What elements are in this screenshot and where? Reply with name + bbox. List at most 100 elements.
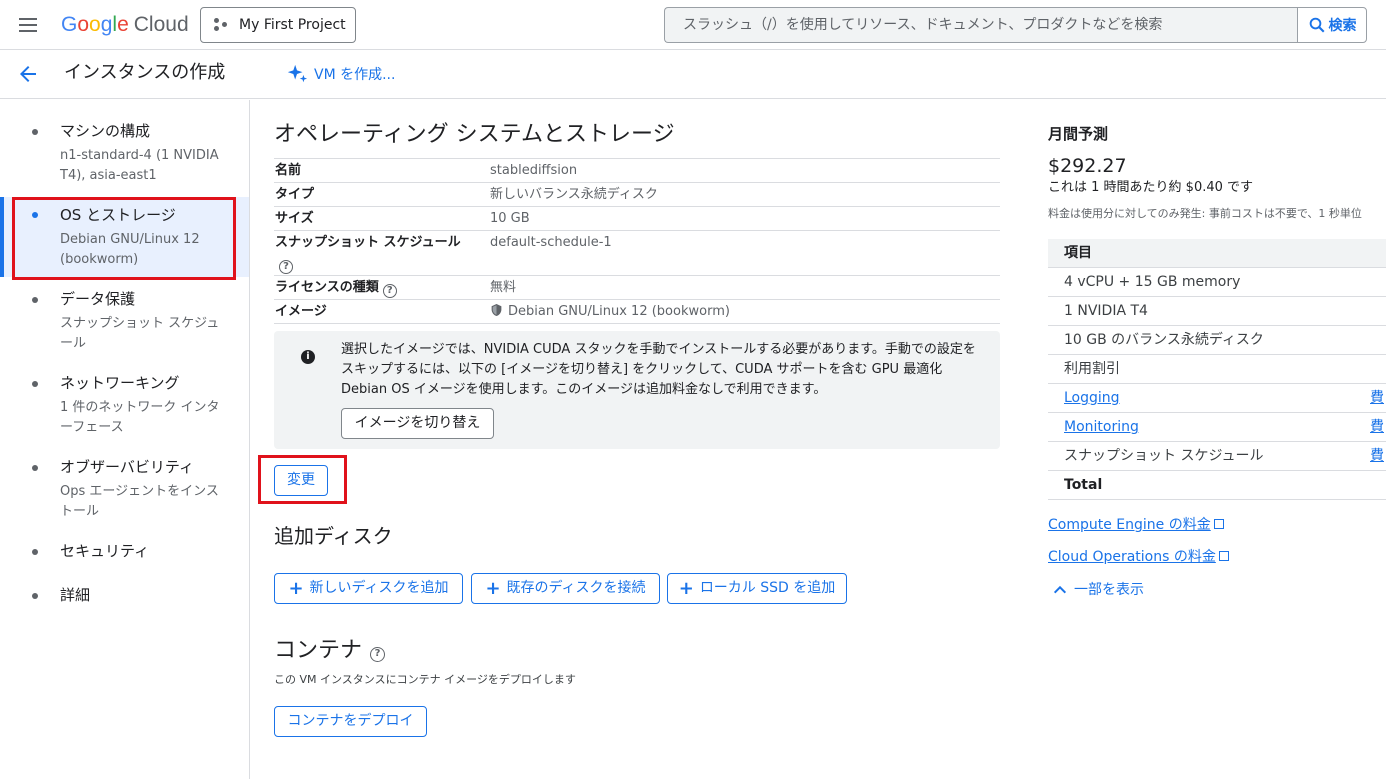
search-button[interactable]: 検索 xyxy=(1297,7,1367,43)
highlight-box xyxy=(258,455,347,504)
info-icon: i xyxy=(301,350,315,364)
sidebar-item-security[interactable]: セキュリティ xyxy=(0,541,249,565)
property-row: タイプ 新しいバランス永続ディスク xyxy=(274,183,1000,207)
attach-existing-disk-button[interactable]: + 既存のディスクを接続 xyxy=(471,573,660,604)
cost-table: 項目 4 vCPU + 15 GB memory 1 NVIDIA T4 10 … xyxy=(1048,239,1386,500)
cost-detail-link[interactable]: 費 xyxy=(1370,384,1384,412)
property-row: スナップショット スケジュール? default-schedule-1 xyxy=(274,231,1000,276)
sparkle-icon xyxy=(287,64,308,83)
property-value: Debian GNU/Linux 12 (bookworm) xyxy=(490,300,1000,323)
container-title: コンテナ? xyxy=(274,636,386,666)
table-row: Logging 費 xyxy=(1048,384,1386,413)
vm-create-with-ai-button[interactable]: VM を作成... xyxy=(286,63,395,85)
sidebar-item-networking[interactable]: ネットワーキング 1 件のネットワーク インターフェース xyxy=(0,373,249,435)
total-row: Total xyxy=(1048,471,1386,500)
cloud-operations-pricing-link[interactable]: Cloud Operations の料金 xyxy=(1048,547,1229,567)
nav-bullet-icon xyxy=(32,549,38,555)
sidebar-item-observability[interactable]: オブザーバビリティ Ops エージェントをインストール xyxy=(0,457,249,519)
estimate-price: $292.27 xyxy=(1048,155,1127,177)
property-key: スナップショット スケジュール? xyxy=(275,235,461,274)
property-value: default-schedule-1 xyxy=(490,235,612,250)
table-row: 4 vCPU + 15 GB memory xyxy=(1048,268,1386,297)
search-button-label: 検索 xyxy=(1328,18,1357,34)
nav-bullet-icon xyxy=(32,129,38,135)
sidebar-item-label: セキュリティ xyxy=(60,542,150,560)
sidebar-item-label: ネットワーキング xyxy=(60,374,180,392)
sidebar-item-label: マシンの構成 xyxy=(60,122,151,140)
logging-link[interactable]: Logging xyxy=(1064,390,1120,406)
table-row: 10 GB のバランス永続ディスク xyxy=(1048,326,1386,355)
property-value: 10 GB xyxy=(490,211,530,226)
os-storage-properties: 名前 stablediffsion タイプ 新しいバランス永続ディスク サイズ … xyxy=(274,158,1000,324)
plus-icon: + xyxy=(288,578,304,599)
sidebar-item-sub: Ops エージェントをインストール xyxy=(60,484,219,519)
project-name: My First Project xyxy=(239,17,346,33)
sidebar-item-advanced[interactable]: 詳細 xyxy=(0,585,249,609)
external-link-icon xyxy=(1213,519,1224,529)
info-text: 選択したイメージでは、NVIDIA CUDA スタックを手動でインストールする必… xyxy=(341,342,976,397)
nav-bullet-icon xyxy=(32,381,38,387)
sidebar-item-data-protection[interactable]: データ保護 スナップショット スケジュール xyxy=(0,289,249,351)
help-icon[interactable]: ? xyxy=(382,284,397,298)
external-link-icon xyxy=(1218,551,1229,561)
table-row: スナップショット スケジュール 費 xyxy=(1048,442,1386,471)
section-title: オペレーティング システムとストレージ xyxy=(274,122,675,147)
project-selector-button[interactable]: My First Project xyxy=(200,7,356,43)
nav-bullet-icon xyxy=(32,297,38,303)
switch-image-button[interactable]: イメージを切り替え xyxy=(341,408,494,439)
info-callout: i 選択したイメージでは、NVIDIA CUDA スタックを手動でインストールす… xyxy=(274,331,1000,449)
property-key: ライセンスの種類? xyxy=(274,276,490,299)
plus-icon: + xyxy=(678,578,694,599)
estimate-note: 料金は使用分に対してのみ発生: 事前コストは不要で、1 秒単位 xyxy=(1048,207,1362,220)
top-bar: Google Cloud My First Project スラッシュ（/）を使用… xyxy=(0,0,1386,50)
sidebar-item-machine-config[interactable]: マシンの構成 n1-standard-4 (1 NVIDIA T4), asia… xyxy=(0,120,249,192)
property-row: イメージ Debian GNU/Linux 12 (bookworm) xyxy=(274,300,1000,324)
google-cloud-logo[interactable]: Google Cloud xyxy=(61,12,189,38)
add-local-ssd-button[interactable]: + ローカル SSD を追加 xyxy=(667,573,847,604)
property-row: 名前 stablediffsion xyxy=(274,159,1000,183)
table-header: 項目 xyxy=(1048,239,1386,268)
project-icon xyxy=(214,18,228,32)
property-value: stablediffsion xyxy=(490,163,578,178)
plus-icon: + xyxy=(485,578,501,599)
table-row: 1 NVIDIA T4 xyxy=(1048,297,1386,326)
property-value: 無料 xyxy=(490,280,517,295)
chevron-up-icon xyxy=(1053,585,1067,594)
estimate-hourly: これは 1 時間あたり約 $0.40 です xyxy=(1048,180,1254,195)
show-less-toggle[interactable]: 一部を表示 xyxy=(1052,580,1144,600)
sidebar-item-label: 詳細 xyxy=(60,586,91,604)
monitoring-link[interactable]: Monitoring xyxy=(1064,419,1139,435)
property-key: イメージ xyxy=(275,304,327,319)
page-header: インスタンスの作成 VM を作成... xyxy=(0,50,1386,99)
deploy-container-button[interactable]: コンテナをデプロイ xyxy=(274,706,427,737)
sidebar-item-label: データ保護 xyxy=(60,290,136,308)
property-key: 名前 xyxy=(275,163,302,178)
search-icon xyxy=(1309,17,1324,33)
cost-detail-link[interactable]: 費 xyxy=(1370,442,1384,470)
additional-disk-title: 追加ディスク xyxy=(274,524,393,548)
highlight-box xyxy=(12,197,236,280)
nav-bullet-icon xyxy=(32,465,38,471)
table-row: Monitoring 費 xyxy=(1048,413,1386,442)
active-indicator xyxy=(0,197,4,277)
page-title: インスタンスの作成 xyxy=(64,62,226,83)
property-key: サイズ xyxy=(275,211,314,226)
table-row: 利用割引 xyxy=(1048,355,1386,384)
search-input[interactable]: スラッシュ（/）を使用してリソース、ドキュメント、プロダクトなどを検索 xyxy=(664,7,1298,43)
sidebar-item-label: オブザーバビリティ xyxy=(60,458,194,476)
sidebar-item-sub: スナップショット スケジュール xyxy=(60,316,220,351)
help-icon[interactable]: ? xyxy=(279,260,293,274)
help-icon[interactable]: ? xyxy=(370,647,386,662)
hamburger-menu-icon[interactable] xyxy=(16,13,40,37)
property-value: 新しいバランス永続ディスク xyxy=(490,187,658,202)
container-description: この VM インスタンスにコンテナ イメージをデプロイします xyxy=(274,673,576,686)
property-row: サイズ 10 GB xyxy=(274,207,1000,231)
shield-icon xyxy=(491,304,502,316)
estimate-title: 月間予測 xyxy=(1048,125,1109,143)
property-row: ライセンスの種類? 無料 xyxy=(274,276,1000,300)
back-arrow-icon[interactable] xyxy=(16,62,40,90)
cost-detail-link[interactable]: 費 xyxy=(1370,413,1384,441)
nav-bullet-icon xyxy=(32,593,38,599)
add-new-disk-button[interactable]: + 新しいディスクを追加 xyxy=(274,573,463,604)
compute-engine-pricing-link[interactable]: Compute Engine の料金 xyxy=(1048,515,1224,535)
